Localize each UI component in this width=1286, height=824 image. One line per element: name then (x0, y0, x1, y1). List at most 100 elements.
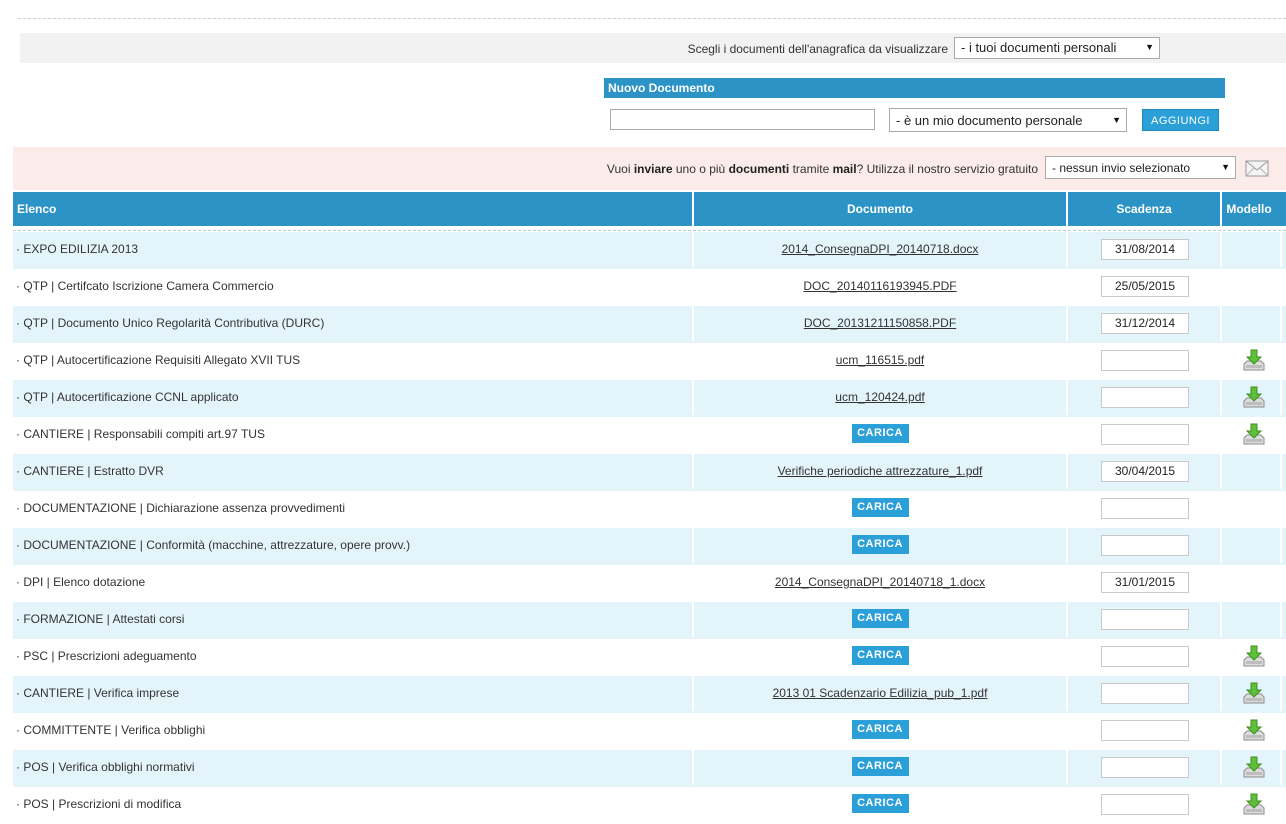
row-document-cell: Verifiche periodiche attrezzature_1.pdf (694, 454, 1068, 489)
table-row: · CANTIERE | Estratto DVR Verifiche perio… (13, 454, 1286, 491)
mail-send-select[interactable]: - nessun invio selezionato ▼ (1045, 156, 1236, 179)
mail-send-select-value: - nessun invio selezionato (1052, 161, 1191, 175)
download-model-icon[interactable] (1242, 682, 1266, 706)
deadline-input[interactable]: 31/12/2014 (1101, 313, 1189, 334)
table-row: · QTP | Autocertificazione CCNL applicat… (13, 380, 1286, 417)
column-header-elenco: Elenco (13, 192, 694, 226)
row-document-cell: 2014_ConsegnaDPI_20140718_1.docx (694, 565, 1068, 600)
row-document-name: · QTP | Autocertificazione Requisiti All… (16, 353, 301, 367)
row-document-cell: DOC_20140116193945.PDF (694, 269, 1068, 304)
row-deadline-cell (1068, 713, 1222, 748)
table-row: · COMMITTENTE | Verifica obblighi CARICA (13, 713, 1286, 750)
row-model-cell (1222, 343, 1282, 378)
row-model-cell (1222, 454, 1282, 489)
deadline-input[interactable] (1101, 720, 1189, 741)
row-deadline-cell (1068, 491, 1222, 526)
row-document-name: · QTP | Documento Unico Regolarità Contr… (13, 306, 694, 341)
upload-button[interactable]: CARICA (851, 609, 909, 629)
download-model-icon[interactable] (1242, 719, 1266, 743)
row-document-cell: CARICA (694, 417, 1068, 452)
deadline-input[interactable] (1101, 757, 1189, 778)
row-deadline-cell: 31/08/2014 (1068, 232, 1222, 267)
row-document-name: · POS | Verifica obblighi normativi (13, 750, 694, 785)
upload-button[interactable]: CARICA (851, 424, 909, 444)
row-document-cell: DOC_20131211150858.PDF (694, 306, 1068, 341)
download-model-icon[interactable] (1242, 793, 1266, 817)
deadline-input[interactable] (1101, 387, 1189, 408)
deadline-input[interactable]: 25/05/2015 (1101, 276, 1189, 297)
row-document-name: · CANTIERE | Responsabili compiti art.97… (16, 427, 265, 441)
row-model-cell (1222, 232, 1282, 267)
deadline-input[interactable]: 30/04/2015 (1101, 461, 1189, 482)
table-row: · PSC | Prescrizioni adeguamento CARICA (13, 639, 1286, 676)
row-document-cell: CARICA (694, 787, 1068, 822)
row-document-cell: CARICA (694, 713, 1068, 748)
upload-button[interactable]: CARICA (851, 498, 909, 518)
deadline-input[interactable]: 31/01/2015 (1101, 572, 1189, 593)
row-model-cell (1222, 713, 1282, 748)
document-file-link[interactable]: 2013 01 Scadenzario Edilizia_pub_1.pdf (773, 686, 988, 700)
deadline-input[interactable]: 31/08/2014 (1101, 239, 1189, 260)
row-deadline-cell (1068, 528, 1222, 563)
document-file-link[interactable]: DOC_20131211150858.PDF (804, 316, 956, 330)
row-document-name: · EXPO EDILIZIA 2013 (13, 232, 694, 267)
download-model-icon[interactable] (1242, 645, 1266, 669)
upload-button[interactable]: CARICA (851, 757, 909, 777)
column-header-scadenza: Scadenza (1068, 192, 1222, 226)
row-document-cell: ucm_116515.pdf (694, 343, 1068, 378)
deadline-input[interactable] (1101, 535, 1189, 556)
deadline-input[interactable] (1101, 683, 1189, 704)
new-document-type-value: - è un mio documento personale (896, 113, 1083, 128)
top-divider (18, 18, 1286, 19)
document-file-link[interactable]: Verifiche periodiche attrezzature_1.pdf (778, 464, 983, 478)
row-document-cell: 2013 01 Scadenzario Edilizia_pub_1.pdf (694, 676, 1068, 711)
upload-button[interactable]: CARICA (851, 794, 909, 814)
upload-button[interactable]: CARICA (851, 535, 909, 555)
table-row: · CANTIERE | Verifica imprese 2013 01 Sca… (13, 676, 1286, 713)
download-model-icon[interactable] (1242, 756, 1266, 780)
table-row: · FORMAZIONE | Attestati corsi CARICA (13, 602, 1286, 639)
dropdown-arrow-icon: ▼ (1221, 162, 1230, 172)
row-model-cell (1222, 306, 1282, 341)
download-model-icon[interactable] (1242, 423, 1266, 447)
row-document-cell: CARICA (694, 491, 1068, 526)
deadline-input[interactable] (1101, 609, 1189, 630)
column-header-documento: Documento (694, 192, 1068, 226)
document-file-link[interactable]: ucm_116515.pdf (836, 353, 925, 367)
upload-button[interactable]: CARICA (851, 646, 909, 666)
row-document-cell: ucm_120424.pdf (694, 380, 1068, 415)
row-document-name: · CANTIERE | Verifica imprese (13, 676, 694, 711)
deadline-input[interactable] (1101, 794, 1189, 815)
download-model-icon[interactable] (1242, 349, 1266, 373)
row-document-name: · DOCUMENTAZIONE | Dichiarazione assenza… (16, 501, 345, 515)
row-document-cell: CARICA (694, 750, 1068, 785)
document-file-link[interactable]: 2014_ConsegnaDPI_20140718_1.docx (775, 575, 985, 589)
document-file-link[interactable]: DOC_20140116193945.PDF (803, 279, 956, 293)
row-document-cell: CARICA (694, 639, 1068, 674)
table-row: · DPI | Elenco dotazione 2014_ConsegnaDPI… (13, 565, 1286, 602)
row-model-cell (1222, 417, 1282, 452)
envelope-icon[interactable] (1245, 158, 1269, 178)
deadline-input[interactable] (1101, 498, 1189, 519)
deadline-input[interactable] (1101, 646, 1189, 667)
row-model-cell (1222, 380, 1282, 415)
document-file-link[interactable]: ucm_120424.pdf (835, 390, 924, 404)
row-document-name: · QTP | Certifcato Iscrizione Camera Com… (16, 279, 274, 293)
upload-button[interactable]: CARICA (851, 720, 909, 740)
column-header-modello: Modello (1226, 202, 1272, 216)
table-row: · QTP | Certifcato Iscrizione Camera Com… (13, 269, 1286, 306)
row-document-name: · DOCUMENTAZIONE | Conformità (macchine,… (13, 528, 694, 563)
add-document-button[interactable]: AGGIUNGI (1142, 109, 1219, 131)
deadline-input[interactable] (1101, 350, 1189, 371)
row-document-name: · POS | Prescrizioni di modifica (16, 797, 182, 811)
download-model-icon[interactable] (1242, 386, 1266, 410)
deadline-input[interactable] (1101, 424, 1189, 445)
new-document-type-select[interactable]: - è un mio documento personale ▼ (889, 108, 1127, 132)
row-deadline-cell (1068, 417, 1222, 452)
row-document-name: · QTP | Autocertificazione CCNL applicat… (13, 380, 694, 415)
document-file-link[interactable]: 2014_ConsegnaDPI_20140718.docx (782, 242, 979, 256)
document-filter-select[interactable]: - i tuoi documenti personali ▼ (954, 37, 1160, 59)
new-document-name-input[interactable] (610, 109, 875, 130)
mail-send-bar: Vuoi inviare uno o più documenti tramite… (13, 147, 1286, 190)
table-row: · POS | Verifica obblighi normativi CARIC… (13, 750, 1286, 787)
